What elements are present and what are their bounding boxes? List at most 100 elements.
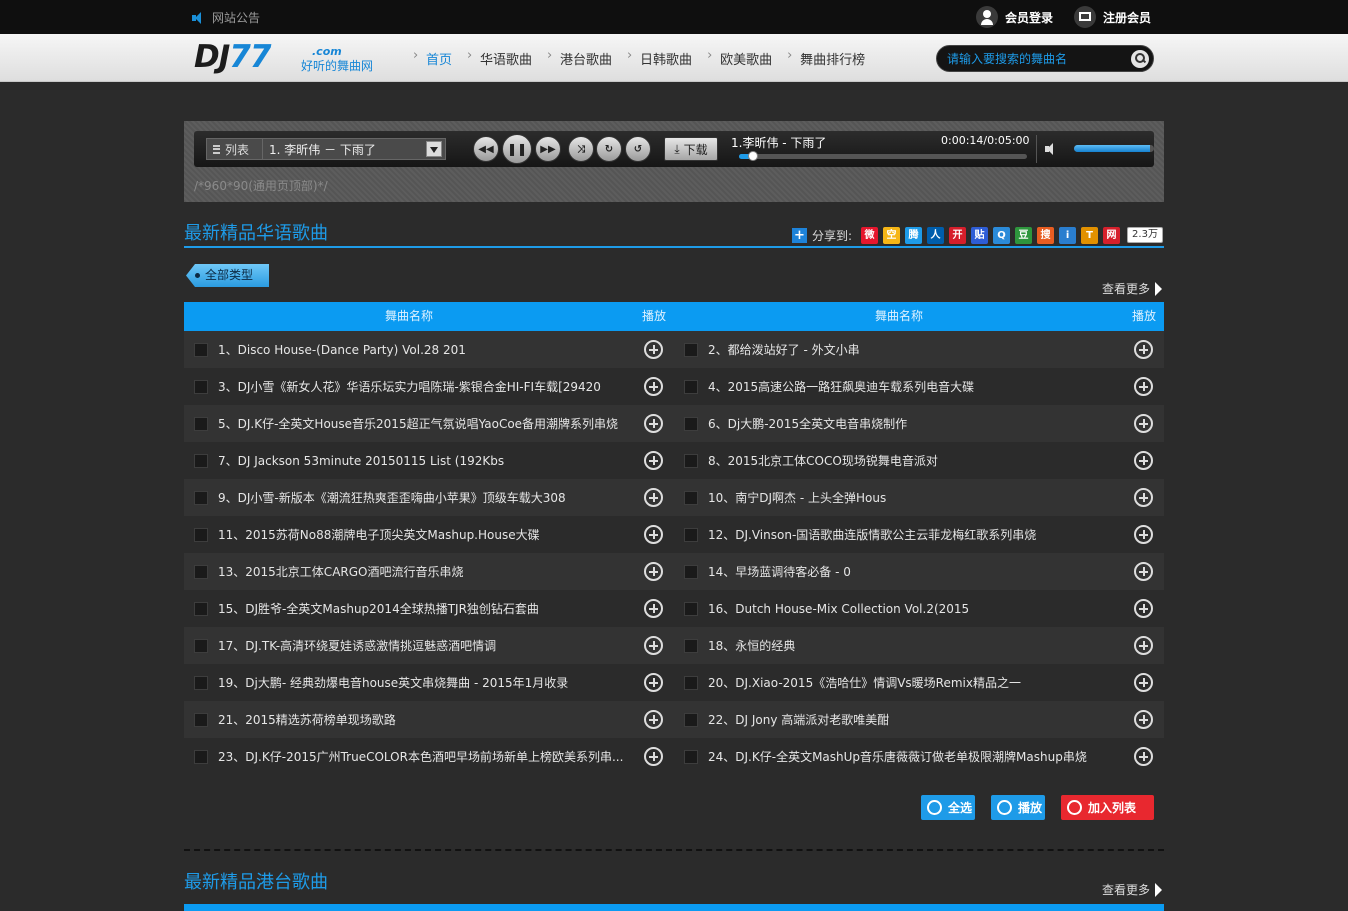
song-title[interactable]: 18、永恒的经典 — [708, 637, 1118, 654]
kaixin-icon[interactable]: 开 — [949, 226, 967, 244]
song-title[interactable]: 1、Disco House-(Dance Party) Vol.28 201 — [218, 341, 628, 358]
site-notice[interactable]: 网站公告 — [192, 9, 260, 26]
row-checkbox[interactable] — [194, 564, 208, 579]
i-icon[interactable]: i — [1059, 226, 1077, 244]
table-row[interactable]: 7、DJ Jackson 53minute 20150115 List (192… — [184, 442, 674, 479]
chevron-down-icon[interactable] — [426, 141, 442, 157]
table-row[interactable]: 18、永恒的经典 — [674, 627, 1164, 664]
song-title[interactable]: 8、2015北京工体COCO现场锐舞电音派对 — [708, 452, 1118, 469]
row-checkbox[interactable] — [194, 712, 208, 727]
song-title[interactable]: 5、DJ.K仔-全英文House音乐2015超正气氛说唱YaoCoe备用潮牌系列… — [218, 415, 628, 432]
song-title[interactable]: 15、DJ胜爷-全英文Mashup2014全球热播TJR独创钻石套曲 — [218, 600, 628, 617]
row-checkbox[interactable] — [684, 712, 698, 727]
add-icon[interactable] — [644, 525, 663, 544]
row-checkbox[interactable] — [684, 638, 698, 653]
row-checkbox[interactable] — [194, 379, 208, 394]
shuffle-button[interactable]: ⤨ — [568, 136, 594, 162]
progress-bar[interactable] — [739, 151, 1027, 161]
table-row[interactable]: 24、DJ.K仔-全英文MashUp音乐唐薇薇订做老单极限潮牌Mashup串烧 — [674, 738, 1164, 775]
add-icon[interactable] — [1134, 673, 1153, 692]
site-logo[interactable]: DJ77 .com 好听的舞曲网 — [194, 39, 384, 79]
add-icon[interactable] — [1134, 377, 1153, 396]
add-icon[interactable] — [644, 710, 663, 729]
song-title[interactable]: 21、2015精选苏荷榜单现场歌路 — [218, 711, 628, 728]
song-title[interactable]: 12、DJ.Vinson-国语歌曲连版情歌公主云菲龙梅红歌系列串烧 — [708, 526, 1118, 543]
row-checkbox[interactable] — [684, 675, 698, 690]
table-row[interactable]: 4、2015高速公路一路狂飙奥迪车载系列电音大碟 — [674, 368, 1164, 405]
t-icon[interactable]: T — [1081, 226, 1099, 244]
table-row[interactable]: 5、DJ.K仔-全英文House音乐2015超正气氛说唱YaoCoe备用潮牌系列… — [184, 405, 674, 442]
song-title[interactable]: 14、早场蓝调待客必备 - 0 — [708, 563, 1118, 580]
add-icon[interactable] — [1134, 562, 1153, 581]
nav-item-chinese[interactable]: 华语歌曲 — [466, 48, 546, 68]
table-row[interactable]: 9、DJ小雪-新版本《潮流狂热爽歪歪嗨曲小苹果》顶级车载大308 — [184, 479, 674, 516]
song-title[interactable]: 6、Dj大鹏-2015全英文电音串烧制作 — [708, 415, 1118, 432]
add-icon[interactable] — [644, 599, 663, 618]
song-title[interactable]: 11、2015苏荷No88潮牌电子顶尖英文Mashup.House大碟 — [218, 526, 628, 543]
row-checkbox[interactable] — [684, 490, 698, 505]
nav-item-jp-kr[interactable]: 日韩歌曲 — [626, 48, 706, 68]
add-icon[interactable] — [644, 340, 663, 359]
table-row[interactable]: 10、南宁DJ啊杰 - 上头全弹Hous — [674, 479, 1164, 516]
table-row[interactable]: 2、都给泼站好了 - 外文小串 — [674, 331, 1164, 368]
view-more-link[interactable]: 查看更多 — [1102, 280, 1163, 297]
row-checkbox[interactable] — [684, 416, 698, 431]
qzone-icon[interactable]: 空 — [883, 226, 901, 244]
repeat-button[interactable]: ↻ — [596, 136, 622, 162]
nav-item-chart[interactable]: 舞曲排行榜 — [786, 48, 879, 68]
song-title[interactable]: 3、DJ小雪《新女人花》华语乐坛实力唱陈瑞-紫银合金HI-FI车载[29420 — [218, 378, 628, 395]
register-button[interactable]: 注册会员 — [1074, 5, 1151, 29]
table-row[interactable]: 22、DJ Jony 高端派对老歌唯美酣 — [674, 701, 1164, 738]
add-icon[interactable] — [644, 673, 663, 692]
add-icon[interactable] — [1134, 488, 1153, 507]
song-title[interactable]: 24、DJ.K仔-全英文MashUp音乐唐薇薇订做老单极限潮牌Mashup串烧 — [708, 748, 1118, 765]
add-icon[interactable] — [1134, 414, 1153, 433]
repeat-one-button[interactable]: ↺ — [625, 136, 651, 162]
add-icon[interactable] — [1134, 340, 1153, 359]
add-icon[interactable] — [1134, 747, 1153, 766]
song-title[interactable]: 13、2015北京工体CARGO酒吧流行音乐串烧 — [218, 563, 628, 580]
sohu-icon[interactable]: 搜 — [1037, 226, 1055, 244]
row-checkbox[interactable] — [684, 453, 698, 468]
all-types-tag[interactable]: 全部类型 — [186, 264, 269, 287]
add-icon[interactable] — [1134, 451, 1153, 470]
add-icon[interactable] — [644, 747, 663, 766]
add-icon[interactable] — [644, 414, 663, 433]
table-row[interactable]: 8、2015北京工体COCO现场锐舞电音派对 — [674, 442, 1164, 479]
add-icon[interactable] — [644, 451, 663, 470]
nav-item-hk-tw[interactable]: 港台歌曲 — [546, 48, 626, 68]
pause-button[interactable]: ❚❚ — [502, 134, 532, 164]
table-row[interactable]: 23、DJ.K仔-2015广州TrueCOLOR本色酒吧早场前场新单上榜欧美系列… — [184, 738, 674, 775]
row-checkbox[interactable] — [684, 601, 698, 616]
net-icon[interactable]: 网 — [1103, 226, 1121, 244]
table-row[interactable]: 20、DJ.Xiao-2015《浩哈仕》情调Vs暖场Remix精品之一 — [674, 664, 1164, 701]
row-checkbox[interactable] — [194, 749, 208, 764]
table-row[interactable]: 21、2015精选苏荷榜单现场歌路 — [184, 701, 674, 738]
table-row[interactable]: 3、DJ小雪《新女人花》华语乐坛实力唱陈瑞-紫银合金HI-FI车载[29420 — [184, 368, 674, 405]
member-login-button[interactable]: 会员登录 — [976, 5, 1053, 29]
row-checkbox[interactable] — [684, 564, 698, 579]
row-checkbox[interactable] — [194, 638, 208, 653]
previous-button[interactable]: ◀◀ — [473, 136, 499, 162]
song-title[interactable]: 17、DJ.TK-高清环绕夏娃诱惑激情挑逗魅惑酒吧情调 — [218, 637, 628, 654]
table-row[interactable]: 15、DJ胜爷-全英文Mashup2014全球热播TJR独创钻石套曲 — [184, 590, 674, 627]
song-title[interactable]: 19、Dj大鹏- 经典劲爆电音house英文串烧舞曲 - 2015年1月收录 — [218, 674, 628, 691]
add-icon[interactable] — [1134, 710, 1153, 729]
row-checkbox[interactable] — [684, 527, 698, 542]
row-checkbox[interactable] — [194, 416, 208, 431]
progress-handle[interactable] — [748, 151, 759, 161]
row-checkbox[interactable] — [194, 453, 208, 468]
next-button[interactable]: ▶▶ — [535, 136, 561, 162]
search-input[interactable] — [947, 50, 1127, 68]
download-button[interactable]: ⤓ 下载 — [664, 137, 718, 161]
table-row[interactable]: 19、Dj大鹏- 经典劲爆电音house英文串烧舞曲 - 2015年1月收录 — [184, 664, 674, 701]
song-title[interactable]: 9、DJ小雪-新版本《潮流狂热爽歪歪嗨曲小苹果》顶级车载大308 — [218, 489, 628, 506]
row-checkbox[interactable] — [684, 749, 698, 764]
table-row[interactable]: 11、2015苏荷No88潮牌电子顶尖英文Mashup.House大碟 — [184, 516, 674, 553]
play-selected-button[interactable]: 播放 — [991, 795, 1045, 820]
playlist-select[interactable]: 列表 1. 李昕伟 － 下雨了 — [206, 138, 446, 160]
song-title[interactable]: 16、Dutch House-Mix Collection Vol.2(2015 — [708, 600, 1118, 617]
tieba-icon[interactable]: 贴 — [971, 226, 989, 244]
playlist-toggle[interactable]: 列表 — [207, 139, 263, 159]
douban-icon[interactable]: 豆 — [1015, 226, 1033, 244]
